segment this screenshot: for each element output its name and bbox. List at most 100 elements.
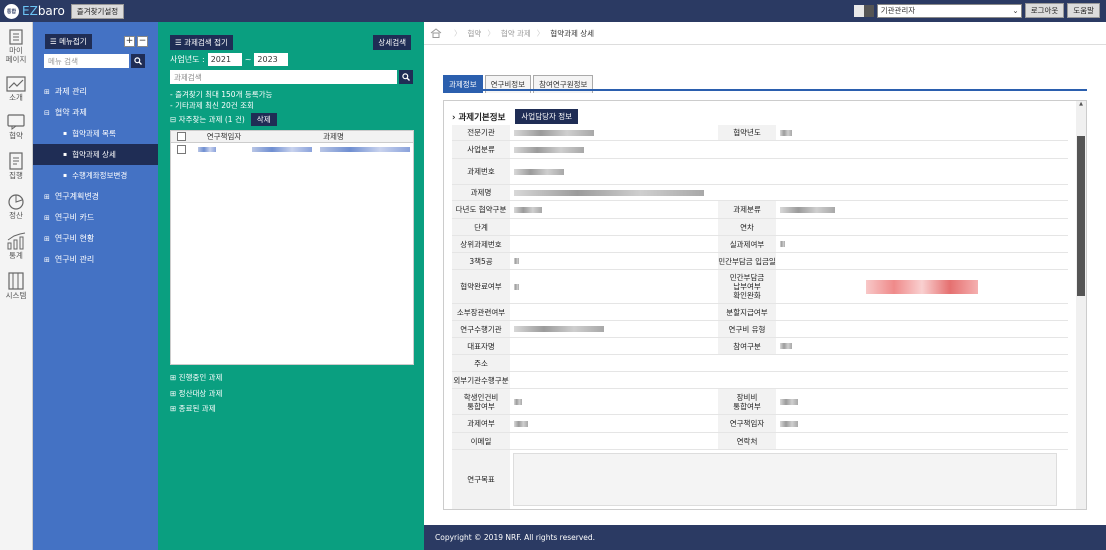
category-settlement[interactable]: ⊞ 정산대상 과제 bbox=[170, 386, 222, 402]
rail-item-system[interactable]: 시스템 bbox=[0, 272, 32, 300]
menu-subitem-agreement-list[interactable]: ▪ 협약과제 목록 bbox=[33, 123, 158, 144]
field-label: 과제분류 bbox=[718, 201, 776, 218]
field-value bbox=[510, 236, 718, 252]
rail-item-mypage[interactable]: 마이 페이지 bbox=[0, 29, 32, 64]
menu-item-plan-change[interactable]: ⊞ 연구계획변경 bbox=[33, 186, 158, 207]
menu-item-research-card[interactable]: ⊞ 연구비 카드 bbox=[33, 207, 158, 228]
field-label bbox=[718, 159, 776, 184]
field-value bbox=[776, 159, 984, 184]
plus-square-icon: ⊞ bbox=[44, 87, 50, 96]
rail-item-agreement[interactable]: 협약 bbox=[0, 114, 32, 140]
field-value bbox=[776, 141, 984, 158]
field-value bbox=[776, 321, 984, 337]
help-button[interactable]: 도움말 bbox=[1067, 3, 1100, 18]
menu-item-label: 연구비 현황 bbox=[54, 234, 95, 243]
row-checkbox[interactable] bbox=[177, 145, 186, 154]
scroll-up-icon[interactable]: ▲ bbox=[1076, 101, 1086, 107]
field-row: 소부장관련여부 분할지급여부 bbox=[452, 304, 1068, 321]
breadcrumb-separator: 〉 bbox=[487, 28, 495, 38]
category-closed[interactable]: ⊞ 종료된 과제 bbox=[170, 401, 222, 417]
menu-item-label: 협약 과제 bbox=[54, 108, 87, 117]
field-label: 다년도 협약구분 bbox=[452, 201, 510, 218]
research-goal-textarea[interactable] bbox=[510, 450, 1060, 509]
scrollbar[interactable]: ▲ bbox=[1076, 101, 1086, 509]
menu-search-input[interactable]: 메뉴 검색 bbox=[44, 54, 129, 68]
favorites-settings-button[interactable]: 즐겨찾기설정 bbox=[70, 3, 125, 19]
menu-item-research-management[interactable]: ⊞ 연구비 관리 bbox=[33, 249, 158, 270]
field-value bbox=[510, 219, 718, 235]
category-ongoing[interactable]: ⊞ 진행중인 과제 bbox=[170, 370, 222, 386]
expand-all-button[interactable]: + bbox=[124, 36, 135, 47]
year-from-input[interactable]: 2021 bbox=[207, 53, 242, 66]
field-label: 분할지급여부 bbox=[718, 304, 776, 320]
server-icon bbox=[8, 272, 24, 290]
field-value bbox=[510, 433, 718, 449]
project-search-button[interactable] bbox=[399, 70, 413, 84]
search-collapse-button[interactable]: ☰ 과제검색 접기 bbox=[170, 35, 233, 50]
scrollbar-thumb[interactable] bbox=[1077, 136, 1085, 296]
menu-collapse-button[interactable]: ☰ 메뉴접기 bbox=[45, 34, 92, 49]
frequent-projects-label[interactable]: 자주찾는 과제 bbox=[179, 114, 223, 125]
menu-item-research-status[interactable]: ⊞ 연구비 현황 bbox=[33, 228, 158, 249]
title-redacted bbox=[252, 147, 312, 152]
menu-subitem-account-change[interactable]: ▪ 수행계좌정보변경 bbox=[33, 165, 158, 186]
field-value bbox=[510, 270, 718, 303]
rail-item-statistics[interactable]: 통계 bbox=[0, 232, 32, 260]
field-label: 상위과제번호 bbox=[452, 236, 510, 252]
user-avatar bbox=[853, 4, 874, 17]
field-value bbox=[776, 270, 984, 303]
menu-subitem-agreement-detail[interactable]: ▪ 협약과제 상세 bbox=[33, 144, 158, 165]
delete-button[interactable]: 삭제 bbox=[250, 113, 277, 126]
field-value bbox=[510, 304, 718, 320]
field-value bbox=[776, 415, 984, 432]
field-value bbox=[510, 355, 990, 371]
field-label: 과제명 bbox=[452, 185, 510, 200]
field-label: 참여구분 bbox=[718, 338, 776, 354]
field-value bbox=[776, 253, 984, 269]
field-row: 전문기관 협약년도 bbox=[452, 125, 1068, 141]
field-row: 과제명 bbox=[452, 185, 1068, 201]
rail-item-settlement[interactable]: 정산 bbox=[0, 192, 32, 220]
chevron-down-icon: ⌄ bbox=[1012, 6, 1019, 15]
table-row[interactable] bbox=[171, 143, 413, 156]
field-row: 연구수행기관 연구비 유형 bbox=[452, 321, 1068, 338]
field-value bbox=[510, 253, 718, 269]
column-header-pi: 연구책임자 bbox=[206, 132, 242, 141]
field-label: 과제여부 bbox=[452, 415, 510, 432]
rail-item-execution[interactable]: 집행 bbox=[0, 152, 32, 180]
field-value bbox=[776, 304, 984, 320]
field-label: 연차 bbox=[718, 219, 776, 235]
home-icon[interactable] bbox=[424, 28, 448, 38]
breadcrumb-item[interactable]: 협약 과제 bbox=[501, 28, 531, 39]
menu-item-agreement-projects[interactable]: ⊟ 협약 과제 bbox=[33, 102, 158, 123]
rail-label: 시스템 bbox=[5, 291, 27, 300]
role-select[interactable]: 기관관리자 ⌄ bbox=[876, 3, 1022, 18]
icon-rail: 마이 페이지 소개 협약 집행 정산 통계 시스템 bbox=[0, 22, 33, 550]
field-value bbox=[510, 338, 718, 354]
select-all-checkbox[interactable] bbox=[177, 132, 186, 141]
section-title: › 과제기본정보 bbox=[452, 112, 506, 123]
section-title-label: 과제기본정보 bbox=[458, 112, 506, 123]
logo-badge: 통합 bbox=[4, 3, 19, 19]
year-to-input[interactable]: 2023 bbox=[254, 53, 289, 66]
menu-subitem-label: 수행계좌정보변경 bbox=[72, 171, 128, 180]
field-row: 과제번호 bbox=[452, 159, 1068, 185]
field-row: 대표자명 참여구분 bbox=[452, 338, 1068, 355]
main-content: 〉 협약 〉 협약 과제 〉 협약과제 상세 과제정보 연구비정보 참여연구원정… bbox=[424, 22, 1106, 550]
minus-square-icon: ⊟ bbox=[44, 108, 50, 117]
collapse-all-button[interactable]: − bbox=[137, 36, 148, 47]
menu-search-button[interactable] bbox=[131, 54, 145, 68]
field-row: 상위과제번호 실과제여부 bbox=[452, 236, 1068, 253]
field-label: 연구책임자 bbox=[718, 415, 776, 432]
project-search-input[interactable]: 과제검색 bbox=[170, 70, 397, 84]
logout-button[interactable]: 로그아웃 bbox=[1024, 3, 1065, 18]
menu-item-project-management[interactable]: ⊞ 과제 관리 bbox=[33, 81, 158, 102]
breadcrumb-item[interactable]: 협약 bbox=[468, 28, 482, 39]
detail-search-button[interactable]: 상세검색 bbox=[373, 35, 411, 50]
field-label: 소부장관련여부 bbox=[452, 304, 510, 320]
manager-info-button[interactable]: 사업담당자 정보 bbox=[515, 109, 579, 124]
rail-item-intro[interactable]: 소개 bbox=[0, 76, 32, 102]
field-value bbox=[776, 433, 984, 449]
rail-label: 소개 bbox=[9, 93, 23, 102]
app-logo[interactable]: 통합 EZbaro bbox=[4, 3, 65, 19]
